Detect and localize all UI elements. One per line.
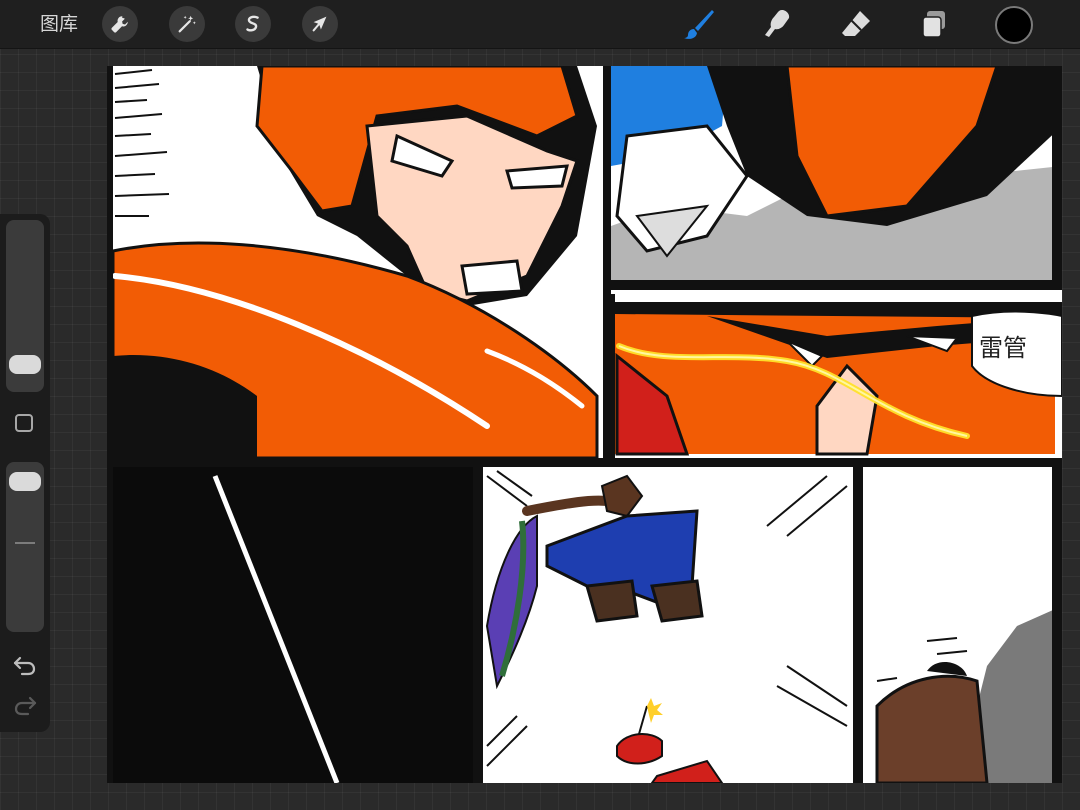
- slider-tick: [15, 542, 35, 544]
- layers-icon: [922, 11, 945, 38]
- color-swatch-button[interactable]: [995, 6, 1033, 44]
- actions-button[interactable]: [102, 6, 138, 42]
- panel-glowing-eyes: 雷管: [607, 294, 1062, 464]
- modify-button[interactable]: [15, 414, 33, 432]
- brush-icon: [684, 10, 714, 39]
- eraser-button[interactable]: [836, 6, 876, 42]
- smudge-button[interactable]: [757, 6, 797, 42]
- panel-falling-character: [483, 467, 863, 783]
- panel-fight: [611, 66, 1062, 290]
- gallery-button[interactable]: 图库: [40, 12, 78, 36]
- layers-button[interactable]: [914, 6, 954, 42]
- top-toolbar: 图库: [0, 0, 1080, 49]
- panel-hero-closeup: [111, 66, 603, 460]
- eraser-icon: [842, 11, 870, 36]
- undo-arrow-icon[interactable]: [12, 654, 38, 676]
- drawing-canvas[interactable]: 雷管: [107, 66, 1062, 783]
- brush-button[interactable]: [679, 6, 719, 42]
- transform-button[interactable]: [302, 6, 338, 42]
- gutter: [107, 458, 1062, 467]
- opacity-thumb[interactable]: [9, 472, 41, 492]
- selection-button[interactable]: [235, 6, 271, 42]
- brush-size-thumb[interactable]: [9, 355, 41, 375]
- selection-s-icon: [246, 15, 259, 32]
- brush-size-slider[interactable]: [6, 220, 44, 392]
- comic-artwork: 雷管: [107, 66, 1062, 783]
- sidebar: [0, 214, 50, 732]
- wrench-icon: [111, 16, 128, 33]
- magic-wand-icon: [178, 15, 196, 33]
- panel-smoke: [863, 467, 1062, 783]
- panel-black: [113, 458, 483, 783]
- opacity-slider[interactable]: [6, 462, 44, 632]
- sfx-text: 雷管: [979, 334, 1027, 362]
- adjustments-button[interactable]: [169, 6, 205, 42]
- smudge-finger-icon: [765, 10, 790, 37]
- arrow-cursor-icon: [312, 16, 327, 32]
- redo-arrow-icon[interactable]: [12, 694, 38, 716]
